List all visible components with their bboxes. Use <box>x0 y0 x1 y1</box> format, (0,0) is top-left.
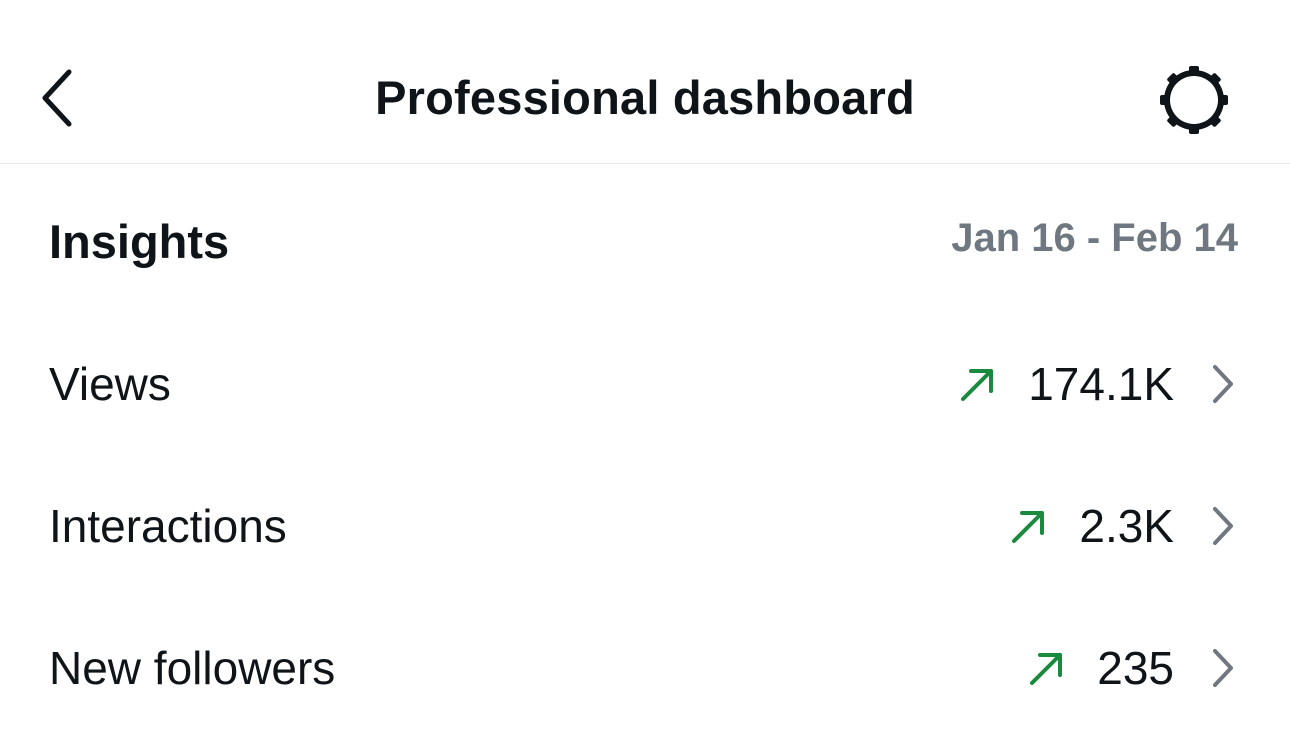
metric-label: Interactions <box>49 500 287 552</box>
metric-label: Views <box>49 358 171 410</box>
trend-up-icon <box>1027 648 1067 688</box>
settings-button[interactable] <box>1154 60 1234 140</box>
page-title: Professional dashboard <box>375 71 915 124</box>
metric-value: 174.1K <box>1028 358 1174 410</box>
metric-row-views[interactable]: Views 174.1K <box>0 313 1290 455</box>
chevron-right-icon <box>1208 362 1238 406</box>
trend-up-icon <box>1009 506 1049 546</box>
trend-up-icon <box>958 364 998 404</box>
metric-value: 2.3K <box>1079 500 1174 552</box>
chevron-right-icon <box>1208 504 1238 548</box>
metric-row-new-followers[interactable]: New followers 235 <box>0 597 1290 739</box>
top-bar: Professional dashboard <box>0 0 1290 164</box>
chevron-right-icon <box>1208 646 1238 690</box>
metric-row-interactions[interactable]: Interactions 2.3K <box>0 455 1290 597</box>
metric-label: New followers <box>49 642 336 694</box>
section-title: Insights <box>49 215 230 268</box>
gear-icon <box>1160 66 1228 134</box>
metric-value: 235 <box>1097 642 1174 694</box>
date-range[interactable]: Jan 16 - Feb 14 <box>951 216 1238 261</box>
insights-header: Insights Jan 16 - Feb 14 <box>0 164 1290 324</box>
